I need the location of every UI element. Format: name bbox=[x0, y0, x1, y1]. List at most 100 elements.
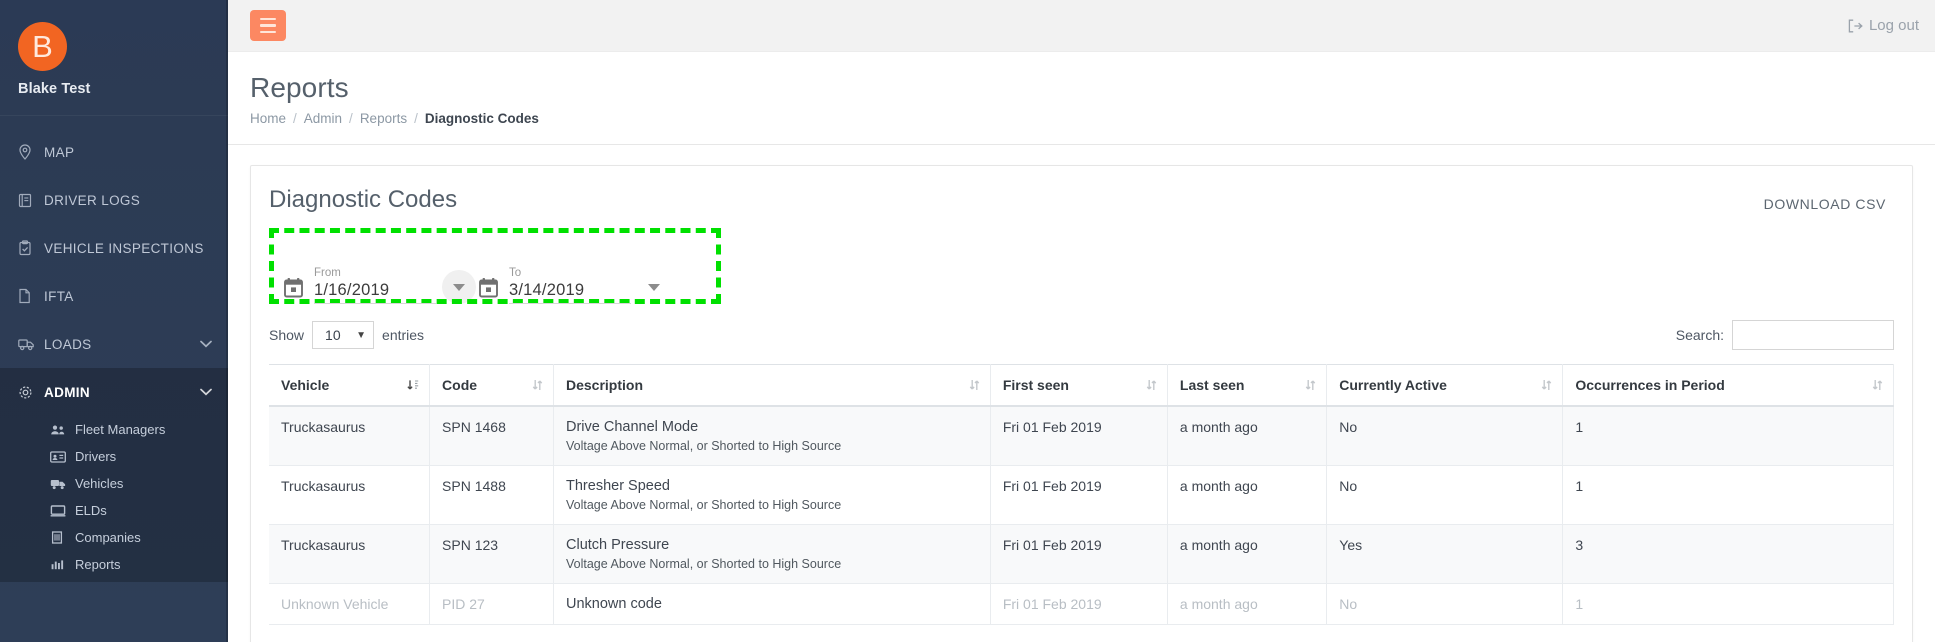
description-main: Unknown code bbox=[566, 596, 662, 612]
table-body: Truckasaurus SPN 1468 Drive Channel Mode… bbox=[269, 406, 1894, 625]
date-to-label: To bbox=[509, 267, 522, 279]
column-header-last-seen[interactable]: Last seen bbox=[1167, 364, 1328, 407]
sidebar-item-reports[interactable]: Reports bbox=[0, 551, 228, 578]
sidebar-item-admin[interactable]: ADMIN bbox=[0, 368, 228, 416]
card-header: Diagnostic Codes DOWNLOAD CSV bbox=[269, 186, 1894, 216]
date-to-dropdown-button[interactable] bbox=[637, 270, 671, 304]
header-divider bbox=[228, 144, 1935, 145]
cell-vehicle: Truckasaurus bbox=[269, 524, 431, 584]
caret-down-icon bbox=[648, 283, 660, 291]
breadcrumb-separator: / bbox=[349, 111, 353, 126]
avatar: B bbox=[18, 22, 67, 71]
description-main: Clutch Pressure bbox=[566, 537, 670, 553]
top-bar: Log out bbox=[228, 0, 1935, 52]
column-label: Occurrences in Period bbox=[1575, 377, 1725, 393]
cell-first-seen: Fri 01 Feb 2019 bbox=[990, 465, 1168, 525]
sidebar-item-ifta[interactable]: IFTA bbox=[0, 272, 228, 320]
card-title: Diagnostic Codes bbox=[269, 186, 458, 213]
description-sub: Voltage Above Normal, or Shorted to High… bbox=[566, 498, 842, 512]
logout-button[interactable]: Log out bbox=[1847, 17, 1919, 34]
sidebar-item-map[interactable]: MAP bbox=[0, 128, 228, 176]
column-label: Last seen bbox=[1179, 377, 1245, 393]
date-to-input[interactable]: To 3/14/2019 bbox=[509, 267, 631, 304]
users-icon bbox=[50, 424, 68, 436]
page-length-value: 10 bbox=[325, 327, 341, 343]
sidebar-item-elds[interactable]: ELDs bbox=[0, 497, 228, 524]
table-row[interactable]: Unknown Vehicle PID 27 Unknown code Fri … bbox=[269, 583, 1894, 625]
cell-occurrences: 1 bbox=[1562, 406, 1894, 466]
building-icon bbox=[50, 531, 68, 544]
date-range-filter: From 1/16/2019 To 3/14/2019 bbox=[269, 228, 721, 304]
clipboard-check-icon bbox=[18, 240, 38, 256]
download-csv-button[interactable]: DOWNLOAD CSV bbox=[1756, 192, 1894, 216]
cell-last-seen: a month ago bbox=[1167, 406, 1328, 466]
cell-first-seen: Fri 01 Feb 2019 bbox=[990, 583, 1168, 625]
page-title: Reports bbox=[250, 72, 349, 103]
breadcrumb-item-reports[interactable]: Reports bbox=[360, 111, 407, 126]
cell-description: Thresher Speed Voltage Above Normal, or … bbox=[553, 465, 991, 525]
sidebar-subitem-label: Vehicles bbox=[75, 476, 124, 491]
column-header-code[interactable]: Code bbox=[429, 364, 554, 407]
table-row[interactable]: Truckasaurus SPN 1488 Thresher Speed Vol… bbox=[269, 465, 1894, 525]
sidebar-item-driver-logs[interactable]: DRIVER LOGS bbox=[0, 176, 228, 224]
truck-icon bbox=[18, 337, 38, 351]
page-header: Reports Home / Admin / Reports / Diagnos… bbox=[228, 52, 1935, 126]
caret-down-icon bbox=[453, 283, 465, 291]
profile-name: Blake Test bbox=[18, 81, 91, 97]
cell-currently-active: No bbox=[1326, 406, 1564, 466]
sort-none-icon bbox=[532, 378, 543, 392]
caret-down-icon: ▼ bbox=[356, 329, 367, 341]
logout-label: Log out bbox=[1868, 17, 1919, 34]
breadcrumb-separator: / bbox=[293, 111, 297, 126]
table-row[interactable]: Truckasaurus SPN 1468 Drive Channel Mode… bbox=[269, 406, 1894, 466]
sort-none-icon bbox=[1305, 378, 1316, 392]
sidebar-item-companies[interactable]: Companies bbox=[0, 524, 228, 551]
table-header: Vehicle Code Description First seen Last… bbox=[269, 364, 1894, 407]
calendar-icon[interactable] bbox=[478, 277, 499, 299]
breadcrumb-item-admin[interactable]: Admin bbox=[304, 111, 342, 126]
sidebar-item-fleet-managers[interactable]: Fleet Managers bbox=[0, 416, 228, 443]
description-main: Thresher Speed bbox=[566, 478, 670, 494]
date-from-dropdown-button[interactable] bbox=[442, 270, 476, 304]
chevron-down-icon bbox=[200, 340, 212, 348]
id-card-icon bbox=[50, 450, 68, 463]
sidebar-submenu-admin: Fleet Managers Drivers Vehicles ELDs Com… bbox=[0, 416, 228, 582]
sidebar: B Blake Test MAP DRIVER LOGS VEHICLE INS… bbox=[0, 0, 228, 642]
description-sub: Voltage Above Normal, or Shorted to High… bbox=[566, 557, 842, 571]
sidebar-item-loads[interactable]: LOADS bbox=[0, 320, 228, 368]
column-header-currently-active[interactable]: Currently Active bbox=[1326, 364, 1564, 407]
sidebar-subitem-label: Reports bbox=[75, 557, 121, 572]
sidebar-item-vehicle-inspections[interactable]: VEHICLE INSPECTIONS bbox=[0, 224, 228, 272]
breadcrumb: Home / Admin / Reports / Diagnostic Code… bbox=[250, 111, 1935, 126]
column-label: Currently Active bbox=[1339, 377, 1447, 393]
date-from-input[interactable]: From 1/16/2019 bbox=[314, 267, 436, 304]
search-label: Search: bbox=[1675, 327, 1724, 343]
sidebar-item-label: LOADS bbox=[44, 336, 92, 352]
column-header-vehicle[interactable]: Vehicle bbox=[269, 364, 431, 407]
cell-last-seen: a month ago bbox=[1167, 524, 1328, 584]
column-label: Vehicle bbox=[281, 377, 330, 393]
cell-first-seen: Fri 01 Feb 2019 bbox=[990, 406, 1168, 466]
breadcrumb-item-home[interactable]: Home bbox=[250, 111, 286, 126]
cell-description: Unknown code bbox=[553, 583, 991, 625]
column-header-description[interactable]: Description bbox=[553, 364, 991, 407]
map-pin-icon bbox=[18, 144, 38, 160]
hamburger-bar bbox=[260, 17, 276, 21]
sidebar-item-vehicles[interactable]: Vehicles bbox=[0, 470, 228, 497]
description-main: Drive Channel Mode bbox=[566, 419, 699, 435]
cell-occurrences: 1 bbox=[1562, 465, 1894, 525]
cell-last-seen: a month ago bbox=[1167, 583, 1328, 625]
date-range-row: From 1/16/2019 To 3/14/2019 bbox=[269, 228, 721, 304]
cell-code: SPN 123 bbox=[429, 524, 554, 584]
sort-asc-icon bbox=[406, 378, 419, 392]
sidebar-item-label: DRIVER LOGS bbox=[44, 192, 141, 208]
calendar-icon[interactable] bbox=[283, 277, 304, 299]
search-input[interactable] bbox=[1732, 320, 1894, 350]
column-header-first-seen[interactable]: First seen bbox=[990, 364, 1168, 407]
column-header-occurrences[interactable]: Occurrences in Period bbox=[1562, 364, 1894, 407]
table-row[interactable]: Truckasaurus SPN 123 Clutch Pressure Vol… bbox=[269, 524, 1894, 584]
sidebar-subitem-label: ELDs bbox=[75, 503, 107, 518]
sidebar-item-drivers[interactable]: Drivers bbox=[0, 443, 228, 470]
hamburger-icon[interactable] bbox=[250, 10, 286, 41]
page-length-select[interactable]: 10 ▼ bbox=[312, 321, 375, 349]
